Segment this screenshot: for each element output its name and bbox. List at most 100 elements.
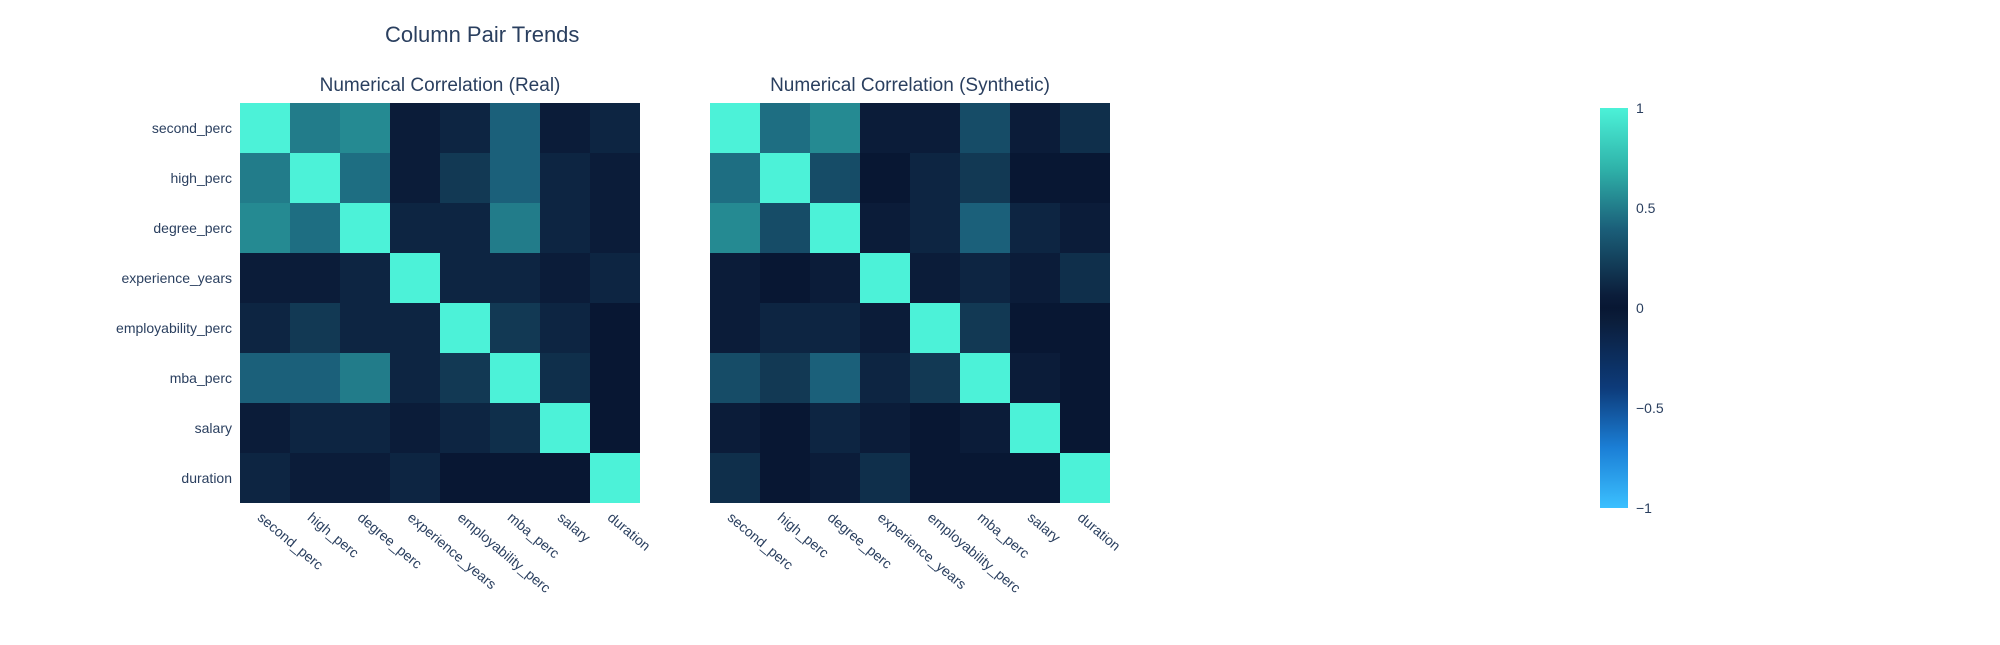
heatmap-cell (910, 453, 960, 503)
x-tick: duration (590, 509, 640, 579)
heatmap-cell (540, 353, 590, 403)
heatmap-cell (290, 103, 340, 153)
heatmap-cell (710, 203, 760, 253)
heatmap-cell (540, 203, 590, 253)
heatmap-cell (960, 453, 1010, 503)
heatmap-cell (760, 453, 810, 503)
heatmap-cell (760, 253, 810, 303)
heatmap-cell (490, 153, 540, 203)
heatmap-cell (760, 203, 810, 253)
heatmap-cell (540, 103, 590, 153)
x-tick: experience_years (860, 509, 910, 579)
heatmap-cell (1010, 303, 1060, 353)
heatmap-cell (860, 453, 910, 503)
heatmap-cell (290, 453, 340, 503)
heatmap-cell (490, 453, 540, 503)
heatmap-cell (490, 253, 540, 303)
heatmap-synthetic-area: second_perchigh_percdegree_percexperienc… (710, 103, 1110, 503)
heatmap-cell (290, 253, 340, 303)
chart-container: Column Pair Trends Numerical Correlation… (0, 0, 2000, 645)
heatmap-cell (440, 203, 490, 253)
y-axis-ticks-real: second_perchigh_percdegree_percexperienc… (116, 103, 232, 503)
heatmap-cell (960, 303, 1010, 353)
heatmap-cell (440, 453, 490, 503)
heatmap-cell (240, 153, 290, 203)
heatmap-cell (810, 353, 860, 403)
heatmap-cell (810, 103, 860, 153)
heatmap-cell (340, 353, 390, 403)
x-axis-ticks-real: second_perchigh_percdegree_percexperienc… (240, 509, 640, 579)
x-tick: mba_perc (960, 509, 1010, 579)
heatmap-cell (960, 103, 1010, 153)
heatmap-cell (340, 403, 390, 453)
y-tick: employability_perc (116, 303, 232, 353)
chart-title: Column Pair Trends (385, 22, 579, 48)
heatmap-cell (340, 203, 390, 253)
heatmap-cell (910, 253, 960, 303)
heatmap-cell (760, 303, 810, 353)
heatmap-cell (340, 453, 390, 503)
heatmap-cell (540, 253, 590, 303)
heatmap-cell (760, 103, 810, 153)
x-tick: second_perc (710, 509, 760, 579)
heatmap-real-area: second_perchigh_percdegree_percexperienc… (240, 103, 640, 503)
heatmap-cell (1060, 403, 1110, 453)
heatmap-cell (710, 253, 760, 303)
x-tick: employability_perc (440, 509, 490, 579)
subplot-synthetic-title: Numerical Correlation (Synthetic) (710, 75, 1110, 97)
colorbar-gradient (1600, 108, 1628, 508)
y-tick: experience_years (116, 253, 232, 303)
heatmap-cell (340, 153, 390, 203)
x-tick: second_perc (240, 509, 290, 579)
heatmap-cell (1010, 153, 1060, 203)
heatmap-cell (760, 353, 810, 403)
heatmap-cell (1060, 103, 1110, 153)
heatmap-cell (1060, 203, 1110, 253)
heatmap-cell (490, 303, 540, 353)
heatmap-cell (860, 403, 910, 453)
colorbar-tick: −1 (1636, 500, 1652, 516)
heatmap-cell (810, 203, 860, 253)
x-tick: mba_perc (490, 509, 540, 579)
heatmap-cell (860, 203, 910, 253)
heatmap-cell (710, 303, 760, 353)
heatmap-cell (290, 403, 340, 453)
heatmap-cell (540, 153, 590, 203)
x-tick: employability_perc (910, 509, 960, 579)
y-tick: second_perc (116, 103, 232, 153)
heatmap-cell (1010, 103, 1060, 153)
x-tick: duration (1060, 509, 1110, 579)
heatmap-cell (490, 103, 540, 153)
heatmap-cell (910, 153, 960, 203)
x-tick: degree_perc (810, 509, 860, 579)
heatmap-cell (540, 453, 590, 503)
colorbar-tick: 0.5 (1636, 200, 1655, 216)
y-tick: duration (116, 453, 232, 503)
heatmap-cell (440, 103, 490, 153)
colorbar: 10.50−0.5−1 (1600, 108, 1720, 508)
heatmap-cell (240, 303, 290, 353)
heatmap-cell (1060, 453, 1110, 503)
heatmap-cell (860, 153, 910, 203)
heatmap-cell (340, 303, 390, 353)
subplot-real-title: Numerical Correlation (Real) (240, 75, 640, 97)
heatmap-cell (960, 403, 1010, 453)
heatmap-cell (440, 253, 490, 303)
heatmap-cell (1010, 253, 1060, 303)
heatmap-cell (710, 453, 760, 503)
heatmap-cell (1060, 353, 1110, 403)
heatmap-cell (910, 403, 960, 453)
heatmap-cell (860, 353, 910, 403)
heatmap-cell (490, 403, 540, 453)
x-tick: salary (540, 509, 590, 579)
y-tick: degree_perc (116, 203, 232, 253)
heatmap-cell (910, 353, 960, 403)
heatmap-cell (490, 353, 540, 403)
heatmap-cell (960, 353, 1010, 403)
heatmap-cell (590, 153, 640, 203)
heatmap-cell (960, 253, 1010, 303)
heatmap-cell (390, 153, 440, 203)
heatmap-cell (810, 253, 860, 303)
x-tick: salary (1010, 509, 1060, 579)
x-axis-ticks-synthetic: second_perchigh_percdegree_percexperienc… (710, 509, 1110, 579)
